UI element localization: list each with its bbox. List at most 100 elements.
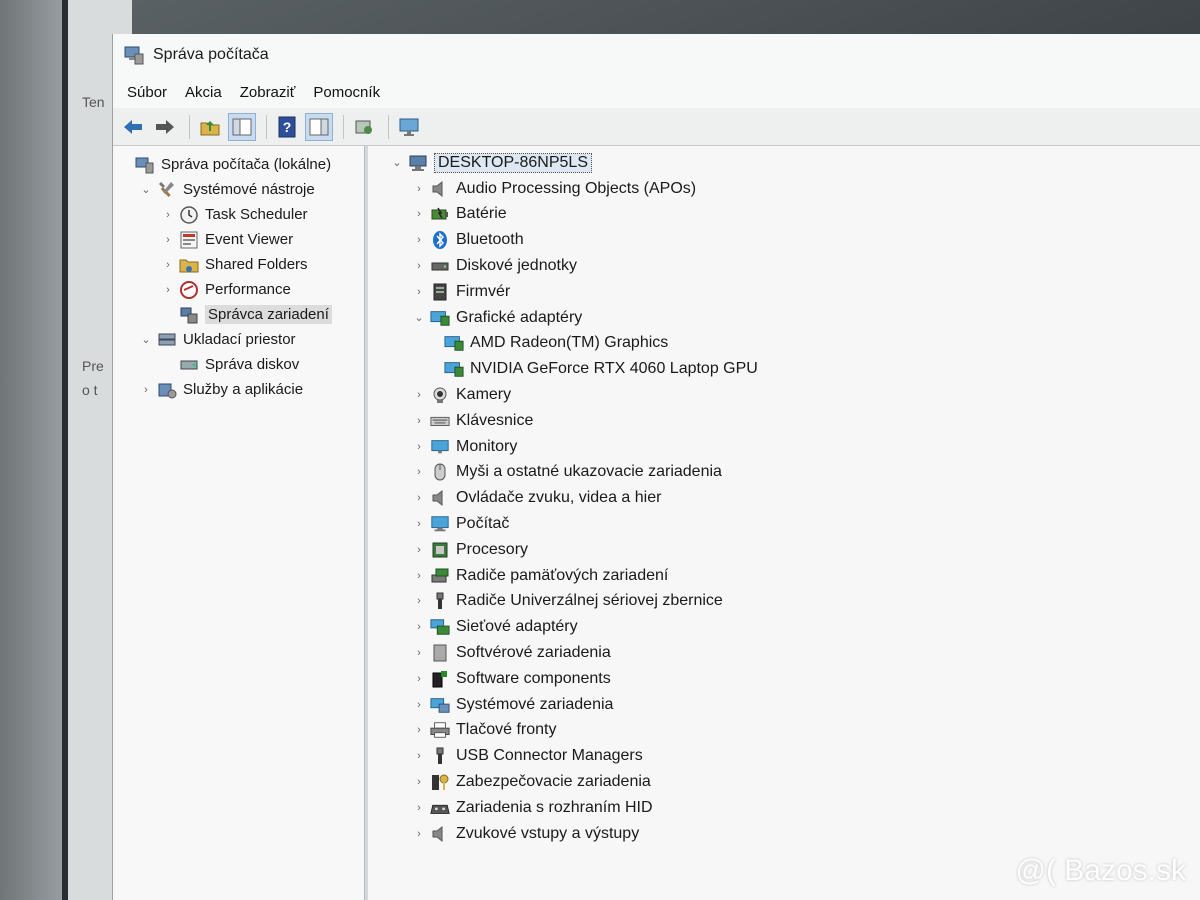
chevron-right-icon[interactable]: ›: [161, 234, 175, 246]
chevron-right-icon[interactable]: ›: [412, 699, 426, 711]
chevron-right-icon[interactable]: ›: [161, 284, 175, 296]
chevron-right-icon[interactable]: ›: [412, 724, 426, 736]
menu-help[interactable]: Pomocník: [313, 84, 380, 101]
console-tree-item[interactable]: › Služby a aplikácie: [113, 377, 364, 402]
computer-management-icon: [123, 44, 145, 66]
speaker-icon: [430, 179, 450, 199]
device-category[interactable]: › Radiče Univerzálnej sériovej zbernice: [368, 589, 1200, 615]
battery-icon: [430, 204, 450, 224]
chevron-right-icon[interactable]: ›: [412, 208, 426, 220]
device-category-label: Zariadenia s rozhraním HID: [456, 798, 653, 816]
console-tree-item[interactable]: ⌄ Systémové nástroje: [113, 177, 364, 202]
device-category-label: Radiče pamäťových zariadení: [456, 566, 669, 584]
chevron-right-icon[interactable]: ›: [412, 234, 426, 246]
device-category[interactable]: › Software components: [368, 666, 1200, 692]
menu-file[interactable]: Súbor: [127, 84, 167, 101]
monitor-icon: [430, 437, 450, 457]
help-icon[interactable]: ?: [273, 113, 301, 141]
device-tree-root[interactable]: ⌄ DESKTOP-86NP5LS: [368, 150, 1200, 176]
device-category[interactable]: › Softvérové zariadenia: [368, 640, 1200, 666]
chevron-down-icon[interactable]: ⌄: [390, 156, 404, 169]
device-category-label: Tlačové fronty: [456, 721, 557, 739]
chevron-right-icon[interactable]: ›: [412, 389, 426, 401]
device-category[interactable]: › Tlačové fronty: [368, 718, 1200, 744]
chevron-right-icon[interactable]: ›: [412, 544, 426, 556]
toolbar-separator: [343, 114, 344, 139]
background-text: Ten: [82, 94, 105, 110]
chevron-right-icon[interactable]: ›: [161, 259, 175, 271]
device-category[interactable]: › Procesory: [368, 537, 1200, 563]
device-category[interactable]: › Klávesnice: [368, 408, 1200, 434]
chevron-right-icon[interactable]: ›: [412, 595, 426, 607]
speaker-icon: [430, 824, 450, 844]
back-icon[interactable]: [119, 113, 147, 141]
camera-icon: [430, 385, 450, 405]
device-category[interactable]: › Zabezpečovacie zariadenia: [368, 769, 1200, 795]
device-category[interactable]: › Radiče pamäťových zariadení: [368, 563, 1200, 589]
device-item[interactable]: AMD Radeon(TM) Graphics: [368, 331, 1200, 357]
device-category[interactable]: ⌄ Grafické adaptéry: [368, 305, 1200, 331]
bluetooth-icon: [430, 230, 450, 250]
forward-icon[interactable]: [151, 113, 179, 141]
console-tree-item[interactable]: ⌄ Ukladací priestor: [113, 327, 364, 352]
chevron-down-icon[interactable]: ⌄: [412, 311, 426, 324]
chevron-right-icon[interactable]: ›: [412, 828, 426, 840]
chevron-right-icon[interactable]: ›: [412, 518, 426, 530]
system-device-icon: [430, 695, 450, 715]
console-tree-item[interactable]: Správa počítača (lokálne): [113, 152, 364, 177]
monitor-icon[interactable]: [395, 113, 423, 141]
console-tree-item[interactable]: › Task Scheduler: [113, 202, 364, 227]
device-category[interactable]: › Audio Processing Objects (APOs): [368, 176, 1200, 202]
device-category[interactable]: › Myši a ostatné ukazovacie zariadenia: [368, 460, 1200, 486]
device-category[interactable]: › Zariadenia s rozhraním HID: [368, 795, 1200, 821]
chevron-right-icon[interactable]: ›: [412, 441, 426, 453]
chevron-right-icon[interactable]: ›: [412, 286, 426, 298]
device-category[interactable]: › Počítač: [368, 511, 1200, 537]
device-category[interactable]: › Ovládače zvuku, videa a hier: [368, 485, 1200, 511]
chevron-right-icon[interactable]: ›: [412, 621, 426, 633]
up-folder-icon[interactable]: [196, 113, 224, 141]
chevron-right-icon[interactable]: ›: [412, 415, 426, 427]
console-tree-item[interactable]: Správca zariadení: [113, 302, 364, 327]
console-tree-item[interactable]: › Shared Folders: [113, 252, 364, 277]
device-category[interactable]: › Kamery: [368, 382, 1200, 408]
action-pane-icon[interactable]: [305, 112, 333, 141]
device-category[interactable]: › Bluetooth: [368, 227, 1200, 253]
console-tree-icon[interactable]: [228, 112, 256, 141]
chevron-right-icon[interactable]: ›: [412, 492, 426, 504]
device-category[interactable]: › Systémové zariadenia: [368, 692, 1200, 718]
device-category[interactable]: › Firmvér: [368, 279, 1200, 305]
chevron-down-icon[interactable]: ⌄: [139, 183, 153, 196]
device-category-label: Procesory: [456, 540, 529, 558]
device-category[interactable]: › Monitory: [368, 434, 1200, 460]
chevron-right-icon[interactable]: ›: [412, 183, 426, 195]
chevron-right-icon[interactable]: ›: [412, 802, 426, 814]
device-category[interactable]: › USB Connector Managers: [368, 743, 1200, 769]
device-item[interactable]: NVIDIA GeForce RTX 4060 Laptop GPU: [368, 356, 1200, 382]
chevron-right-icon[interactable]: ›: [412, 776, 426, 788]
chevron-right-icon[interactable]: ›: [412, 750, 426, 762]
device-category[interactable]: › Diskové jednotky: [368, 253, 1200, 279]
title-bar[interactable]: Správa počítača: [113, 34, 1200, 76]
chevron-right-icon[interactable]: ›: [412, 260, 426, 272]
services-icon: [157, 380, 177, 400]
toolbar-separator: [266, 114, 267, 139]
chevron-right-icon[interactable]: ›: [161, 209, 175, 221]
menu-view[interactable]: Zobraziť: [240, 84, 296, 101]
menu-action[interactable]: Akcia: [185, 84, 222, 101]
device-category[interactable]: › Zvukové vstupy a výstupy: [368, 821, 1200, 847]
device-category[interactable]: › Batérie: [368, 202, 1200, 228]
chevron-right-icon[interactable]: ›: [412, 673, 426, 685]
console-tree-item[interactable]: › Performance: [113, 277, 364, 302]
properties-icon[interactable]: [350, 113, 378, 141]
usb-icon: [430, 746, 450, 766]
clock-icon: [179, 205, 199, 225]
chevron-right-icon[interactable]: ›: [412, 647, 426, 659]
chevron-right-icon[interactable]: ›: [412, 570, 426, 582]
console-tree-item[interactable]: Správa diskov: [113, 352, 364, 377]
chevron-right-icon[interactable]: ›: [139, 384, 153, 396]
chevron-right-icon[interactable]: ›: [412, 466, 426, 478]
chevron-down-icon[interactable]: ⌄: [139, 333, 153, 346]
console-tree-item[interactable]: › Event Viewer: [113, 227, 364, 252]
device-category[interactable]: › Sieťové adaptéry: [368, 614, 1200, 640]
